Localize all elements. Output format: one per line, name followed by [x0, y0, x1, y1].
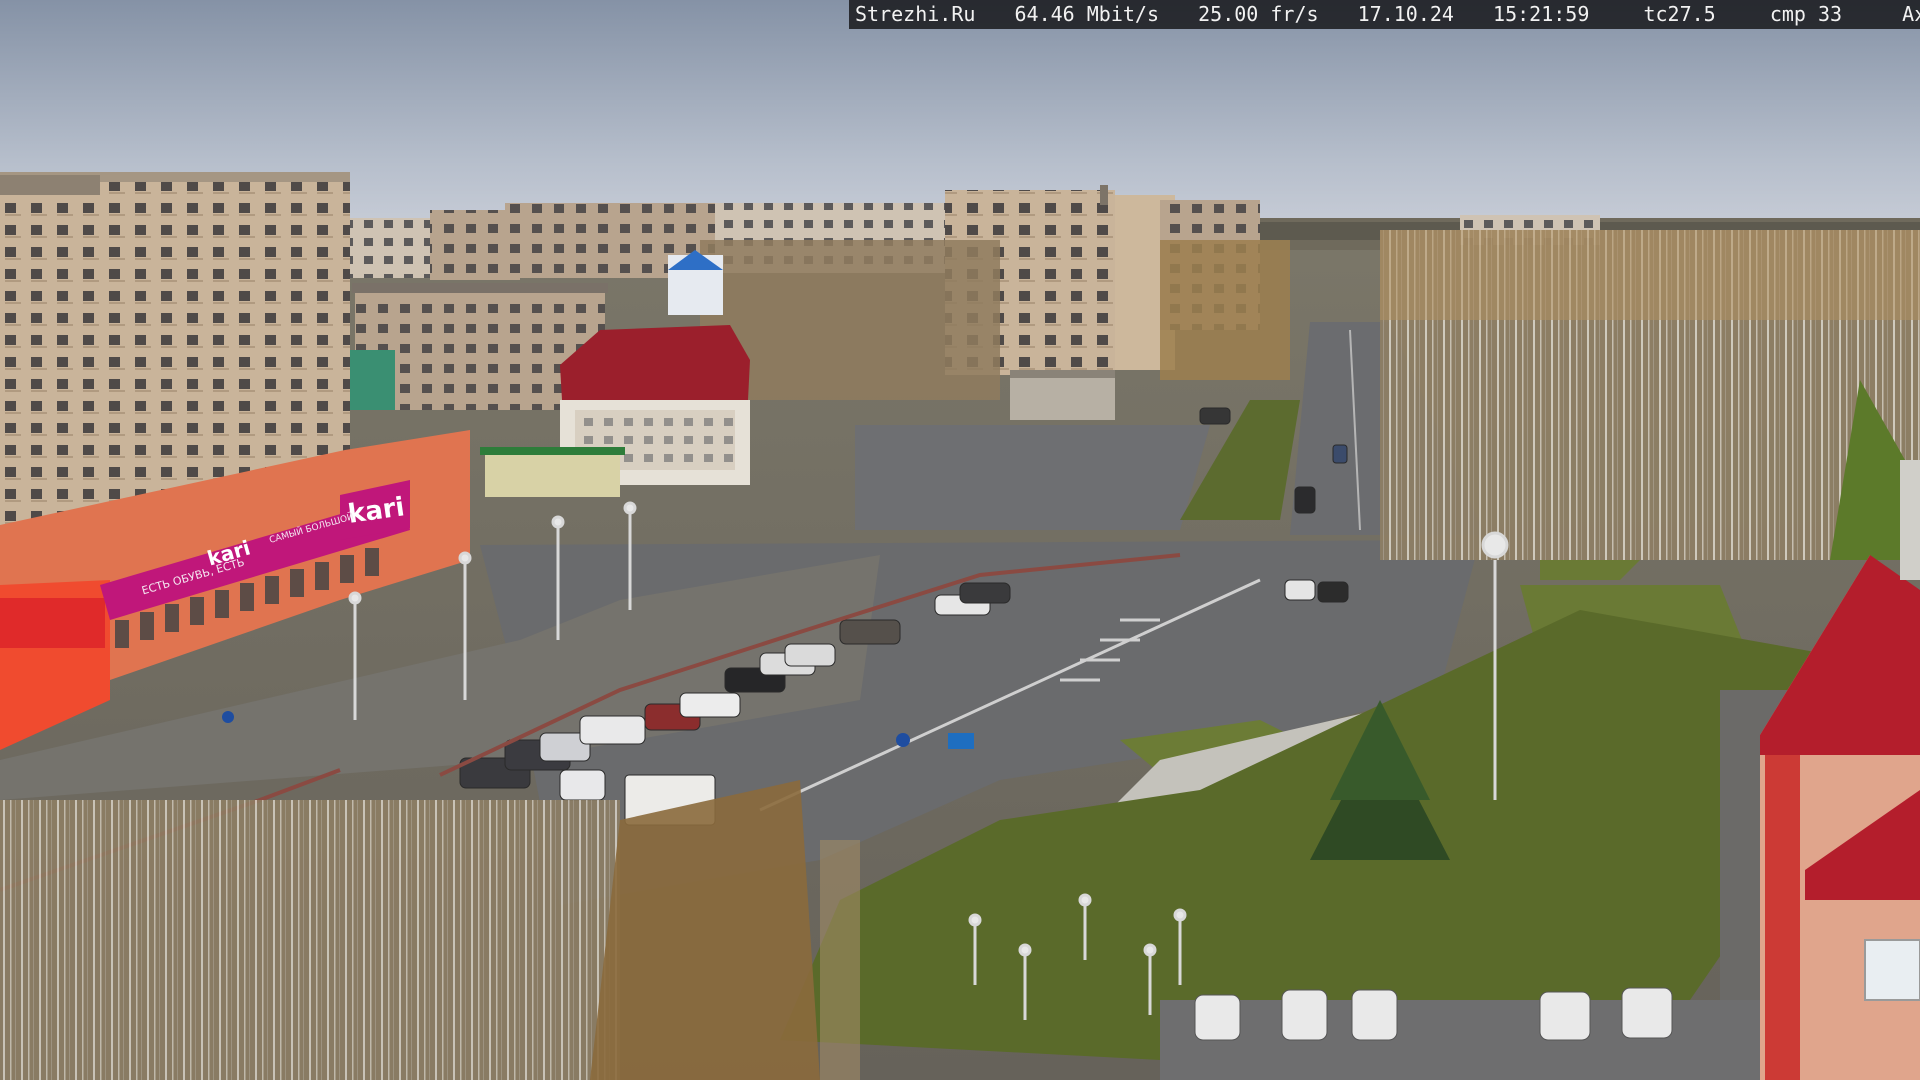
overlay-cmp: cmp 33 [1769, 2, 1843, 26]
overlay-time: 15:21:59 [1493, 2, 1590, 26]
plaza [855, 425, 1210, 530]
camera-frame: Strezhi.Ru 64.46 Mbit/s 25.00 fr/s 17.10… [0, 0, 1920, 1080]
overlay-camera-model: Axis P1375 [1902, 2, 1920, 26]
overlay-site: Strezhi.Ru [855, 2, 976, 26]
overlay-bitrate: 64.46 Mbit/s [1014, 2, 1160, 26]
overlay-tc: tc27.5 [1643, 2, 1716, 26]
foreground-trees [0, 800, 620, 1080]
overlay-framerate: 25.00 fr/s [1198, 2, 1319, 26]
overlay-date: 17.10.24 [1357, 2, 1454, 26]
camera-overlay-bar: Strezhi.Ru 64.46 Mbit/s 25.00 fr/s 17.10… [849, 0, 1920, 29]
